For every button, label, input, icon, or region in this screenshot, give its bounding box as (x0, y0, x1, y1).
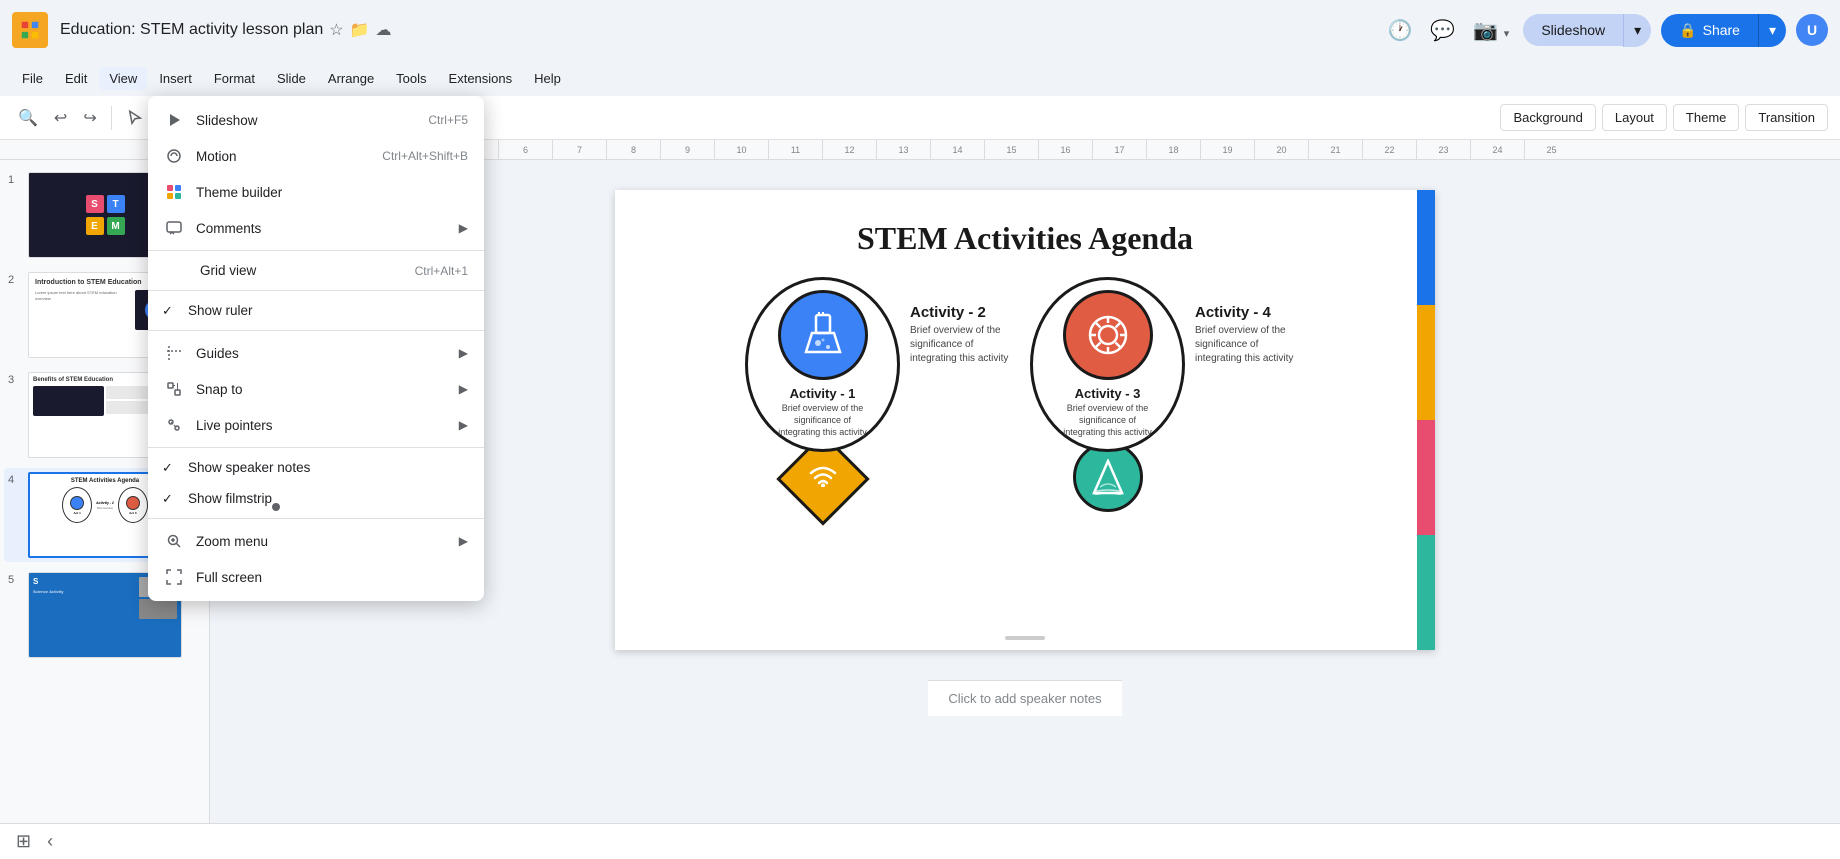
comments-icon (164, 218, 184, 238)
menu-item-snap-to[interactable]: Snap to ▶ (148, 371, 484, 407)
sep-2 (148, 290, 484, 291)
zoom-menu-icon (164, 531, 184, 551)
zoom-menu-arrow-icon: ▶ (459, 534, 468, 548)
theme-builder-label: Theme builder (196, 185, 468, 200)
menu-item-theme-builder[interactable]: Theme builder (148, 174, 484, 210)
menu-item-show-ruler[interactable]: Show ruler (148, 295, 484, 326)
guides-label: Guides (196, 346, 451, 361)
sep-5 (148, 518, 484, 519)
snap-to-arrow-icon: ▶ (459, 382, 468, 396)
show-speaker-notes-label: Show speaker notes (188, 460, 468, 475)
zoom-menu-label: Zoom menu (196, 534, 451, 549)
menu-item-zoom-menu[interactable]: Zoom menu ▶ (148, 523, 484, 559)
view-dropdown-menu: Slideshow Ctrl+F5 Motion Ctrl+Alt+Shift+… (148, 96, 484, 601)
menu-item-full-screen[interactable]: Full screen (148, 559, 484, 595)
grid-view-label: Grid view (200, 263, 415, 278)
guides-arrow-icon: ▶ (459, 346, 468, 360)
grid-view-shortcut: Ctrl+Alt+1 (415, 264, 468, 278)
menu-item-show-speaker-notes[interactable]: Show speaker notes (148, 452, 484, 483)
slideshow-menu-icon (164, 110, 184, 130)
live-pointers-arrow-icon: ▶ (459, 418, 468, 432)
dropdown-overlay[interactable]: Slideshow Ctrl+F5 Motion Ctrl+Alt+Shift+… (0, 0, 1840, 839)
slideshow-shortcut: Ctrl+F5 (428, 113, 468, 127)
live-pointers-icon (164, 415, 184, 435)
menu-item-guides[interactable]: Guides ▶ (148, 335, 484, 371)
show-ruler-label: Show ruler (188, 303, 468, 318)
show-filmstrip-label: Show filmstrip (188, 491, 468, 506)
slideshow-menu-label: Slideshow (196, 113, 428, 128)
menu-item-show-filmstrip[interactable]: Show filmstrip (148, 483, 484, 514)
full-screen-icon (164, 567, 184, 587)
menu-item-comments[interactable]: Comments ▶ (148, 210, 484, 246)
motion-shortcut: Ctrl+Alt+Shift+B (382, 149, 468, 163)
sep-3 (148, 330, 484, 331)
menu-item-grid-view[interactable]: Grid view Ctrl+Alt+1 (148, 255, 484, 286)
sep-1 (148, 250, 484, 251)
guides-icon (164, 343, 184, 363)
comments-arrow-icon: ▶ (459, 221, 468, 235)
sep-4 (148, 447, 484, 448)
comments-label: Comments (196, 221, 451, 236)
menu-item-motion[interactable]: Motion Ctrl+Alt+Shift+B (148, 138, 484, 174)
menu-item-live-pointers[interactable]: Live pointers ▶ (148, 407, 484, 443)
theme-builder-icon (164, 182, 184, 202)
menu-item-slideshow[interactable]: Slideshow Ctrl+F5 (148, 102, 484, 138)
motion-menu-label: Motion (196, 149, 382, 164)
full-screen-label: Full screen (196, 570, 468, 585)
motion-menu-icon (164, 146, 184, 166)
snap-to-label: Snap to (196, 382, 451, 397)
snap-to-icon (164, 379, 184, 399)
live-pointers-label: Live pointers (196, 418, 451, 433)
